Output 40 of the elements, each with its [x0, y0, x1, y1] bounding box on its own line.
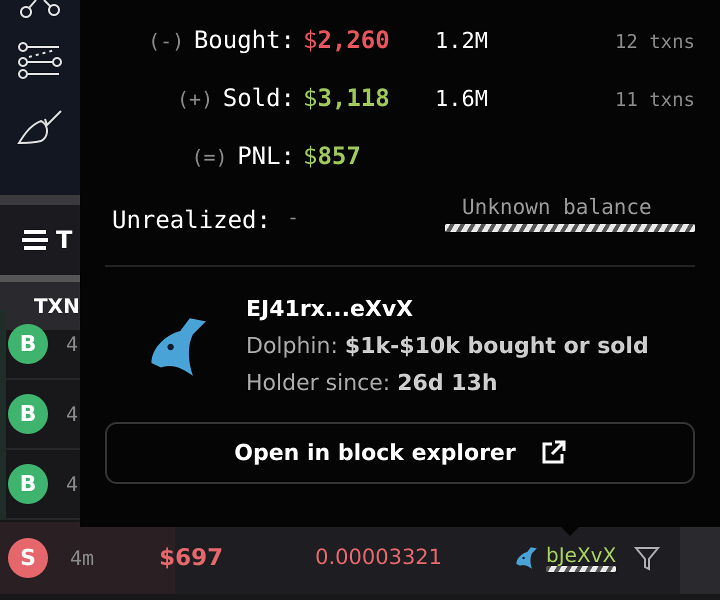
filter-icon[interactable]	[634, 545, 660, 571]
list-icon	[22, 230, 48, 250]
txn-count: 12 txns	[614, 30, 695, 55]
dolphin-icon	[514, 546, 538, 570]
balance-text: Unknown balance	[461, 194, 653, 221]
maker-link[interactable]: bJeXvX	[546, 544, 616, 566]
sign-text: (=)	[191, 145, 228, 169]
price-cell-text: 0.00003321	[315, 544, 442, 572]
sign-text: (-)	[148, 29, 184, 53]
token-amount: 1.6M	[435, 86, 489, 114]
side-badge: B	[8, 324, 48, 364]
explorer-button[interactable]: Open in block explorer	[105, 422, 695, 484]
sign-text: (+)	[176, 87, 214, 111]
side-badge: B	[8, 464, 48, 504]
panel-title: T	[56, 225, 72, 256]
age-text: 4	[66, 471, 78, 498]
stat-label: Sold:	[222, 84, 295, 112]
amount-cell-text: $697	[159, 544, 224, 573]
stat-value: $857	[302, 141, 362, 172]
wallet-tier-text: Dolphin: $1k-$10k bought or sold	[246, 333, 649, 361]
unrealized-value: -	[286, 204, 299, 231]
wallet-address: EJ41rx...eXvX	[246, 296, 414, 324]
age-text: 4m	[70, 545, 94, 572]
age-text: 4	[66, 331, 78, 358]
nodes-tool-icon[interactable]	[20, 0, 60, 18]
txn-count: 11 txns	[614, 88, 695, 113]
token-amount: 1.2M	[435, 28, 489, 56]
age-text: 4	[66, 401, 78, 428]
stat-label: PNL:	[237, 142, 295, 170]
stat-value: $2,260	[302, 25, 391, 56]
stat-label: Bought:	[194, 26, 295, 54]
external-link-icon	[540, 440, 566, 466]
side-badge: S	[8, 538, 48, 578]
unrealized-label: Unrealized:	[112, 205, 271, 236]
side-badge: B	[8, 394, 48, 434]
hatched-bar	[546, 566, 616, 572]
stat-value: $3,118	[302, 83, 391, 114]
holder-since-text: Holder since: 26d 13h	[246, 370, 499, 398]
line-tool-icon[interactable]	[17, 42, 63, 79]
table-row[interactable]: S 4m $697 0.00003321 bJeXvX	[0, 522, 720, 594]
